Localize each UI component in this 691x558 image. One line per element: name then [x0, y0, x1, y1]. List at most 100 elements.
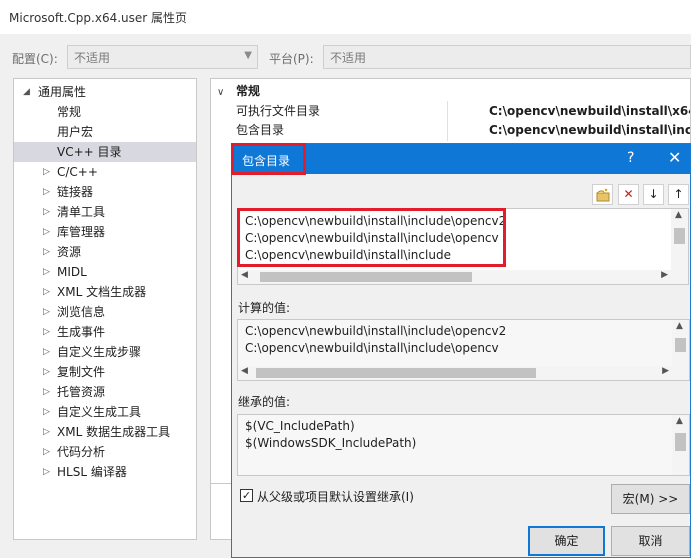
move-up-button[interactable]: ↑	[668, 184, 689, 205]
scroll-up-icon[interactable]: ▲	[676, 321, 683, 331]
tree-item-label: 自定义生成步骤	[57, 345, 142, 359]
chevron-right-icon[interactable]: ▷	[43, 342, 50, 362]
propgrid-row[interactable]: 可执行文件目录 C:\opencv\newbuild\install\x64\v	[236, 102, 690, 120]
chevron-down-icon[interactable]: ◢	[23, 82, 30, 102]
scroll-right-icon[interactable]: ▶	[661, 270, 668, 280]
tree-item[interactable]: ▷ 自定义生成工具	[14, 402, 196, 422]
include-dirs-dialog: 包含目录 ? ✕ ✕ ↓ ↑ C:\opencv\newbuild\instal…	[231, 143, 691, 558]
computed-values-list: C:\opencv\newbuild\install\include\openc…	[237, 319, 690, 381]
tree-item[interactable]: ▷ 资源	[14, 242, 196, 262]
propgrid-row-name: 可执行文件目录	[236, 104, 321, 118]
chevron-down-icon: ▼	[244, 50, 252, 61]
tree-item[interactable]: VC++ 目录	[14, 142, 196, 162]
entries-vscrollbar[interactable]: ▲	[671, 209, 688, 284]
chevron-right-icon[interactable]: ▷	[43, 422, 50, 442]
tree-item[interactable]: ▷ HLSL 编译器	[14, 462, 196, 482]
inherit-checkbox[interactable]: ✓	[240, 489, 253, 502]
tree-item[interactable]: 常规	[14, 102, 196, 122]
column-divider	[447, 101, 448, 141]
scroll-right-icon[interactable]: ▶	[662, 366, 669, 376]
chevron-right-icon[interactable]: ▷	[43, 322, 50, 342]
chevron-right-icon[interactable]: ▷	[43, 302, 50, 322]
tree-item-label: 生成事件	[57, 325, 106, 339]
config-combo[interactable]: 不适用 ▼	[67, 45, 258, 69]
tree-item-label: 自定义生成工具	[57, 405, 142, 419]
propgrid-row-value: C:\opencv\newbuild\install\x64\v	[489, 104, 691, 118]
tree-item[interactable]: ▷ 链接器	[14, 182, 196, 202]
chevron-right-icon[interactable]: ▷	[43, 362, 50, 382]
scroll-thumb[interactable]	[674, 228, 685, 244]
computed-line: C:\opencv\newbuild\install\include\openc…	[245, 324, 507, 338]
propgrid-section-header[interactable]: ∨ 常规	[217, 82, 260, 100]
scroll-left-icon[interactable]: ◀	[241, 270, 248, 280]
tree-item-label: 浏览信息	[57, 305, 106, 319]
tree-item[interactable]: ▷ 自定义生成步骤	[14, 342, 196, 362]
tree-item[interactable]: 用户宏	[14, 122, 196, 142]
chevron-down-icon[interactable]: ∨	[217, 87, 224, 98]
chevron-right-icon[interactable]: ▷	[43, 182, 50, 202]
tree-item[interactable]: ▷ 库管理器	[14, 222, 196, 242]
cancel-button[interactable]: 取消	[611, 526, 690, 556]
arrow-down-icon: ↓	[648, 187, 659, 201]
inherit-checkbox-label[interactable]: 从父级或项目默认设置继承(I)	[257, 488, 414, 505]
chevron-right-icon[interactable]: ▷	[43, 162, 50, 182]
inherited-label: 继承的值:	[238, 395, 291, 409]
tree-item[interactable]: ▷ 浏览信息	[14, 302, 196, 322]
scroll-thumb[interactable]	[260, 272, 472, 282]
scroll-left-icon[interactable]: ◀	[241, 366, 248, 376]
chevron-right-icon[interactable]: ▷	[43, 442, 50, 462]
chevron-right-icon[interactable]: ▷	[43, 282, 50, 302]
entries-hscrollbar[interactable]: ◀ ▶	[238, 270, 671, 284]
move-down-button[interactable]: ↓	[643, 184, 664, 205]
tree-item[interactable]: ▷ XML 文档生成器	[14, 282, 196, 302]
scroll-up-icon[interactable]: ▲	[675, 210, 682, 220]
computed-hscrollbar[interactable]: ◀ ▶	[238, 366, 672, 380]
tree-item-label: 链接器	[57, 185, 94, 199]
entries-highlight-box	[237, 208, 506, 267]
chevron-right-icon[interactable]: ▷	[43, 222, 50, 242]
propgrid-row[interactable]: 包含目录 C:\opencv\newbuild\install\inclu	[236, 121, 690, 139]
tree-item-label: 代码分析	[57, 445, 106, 459]
tree-item[interactable]: ▷ C/C++	[14, 162, 196, 182]
tree-root-label: 通用属性	[38, 85, 87, 99]
platform-label: 平台(P):	[269, 52, 314, 66]
chevron-right-icon[interactable]: ▷	[43, 462, 50, 482]
ok-button[interactable]: 确定	[528, 526, 605, 556]
arrow-up-icon: ↑	[673, 187, 684, 201]
close-icon[interactable]: ✕	[668, 148, 681, 167]
tree-item[interactable]: ▷ 复制文件	[14, 362, 196, 382]
computed-vscrollbar[interactable]: ▲	[672, 320, 689, 380]
scroll-thumb[interactable]	[675, 338, 686, 352]
chevron-right-icon[interactable]: ▷	[43, 402, 50, 422]
chevron-right-icon[interactable]: ▷	[43, 382, 50, 402]
tree-item[interactable]: ▷ 代码分析	[14, 442, 196, 462]
chevron-right-icon[interactable]: ▷	[43, 262, 50, 282]
tree-item-label: MIDL	[57, 265, 87, 279]
title-highlight-box	[231, 143, 306, 175]
platform-combo[interactable]: 不适用	[323, 45, 691, 69]
computed-label: 计算的值:	[238, 301, 291, 315]
propgrid-row-value: C:\opencv\newbuild\install\inclu	[489, 123, 691, 137]
chevron-right-icon[interactable]: ▷	[43, 242, 50, 262]
tree-item-label: C/C++	[57, 165, 98, 179]
scroll-up-icon[interactable]: ▲	[676, 416, 683, 426]
tree-item-label: 复制文件	[57, 365, 106, 379]
delete-x-icon: ✕	[623, 187, 634, 201]
inherited-values-list: $(VC_IncludePath) $(WindowsSDK_IncludePa…	[237, 414, 690, 476]
scroll-thumb[interactable]	[256, 368, 536, 378]
macro-button[interactable]: 宏(M) >>	[611, 484, 690, 514]
new-line-button[interactable]	[592, 184, 613, 205]
help-icon[interactable]: ?	[627, 150, 634, 166]
tree-root-item[interactable]: ◢ 通用属性	[14, 82, 196, 102]
inherited-line: $(VC_IncludePath)	[245, 419, 355, 433]
tree-item[interactable]: ▷ MIDL	[14, 262, 196, 282]
chevron-right-icon[interactable]: ▷	[43, 202, 50, 222]
tree-item[interactable]: ▷ 清单工具	[14, 202, 196, 222]
delete-button[interactable]: ✕	[618, 184, 639, 205]
check-icon: ✓	[241, 489, 252, 502]
tree-item[interactable]: ▷ 生成事件	[14, 322, 196, 342]
tree-item[interactable]: ▷ XML 数据生成器工具	[14, 422, 196, 442]
scroll-thumb[interactable]	[675, 433, 686, 451]
tree-item[interactable]: ▷ 托管资源	[14, 382, 196, 402]
inherited-vscrollbar[interactable]: ▲	[672, 415, 689, 475]
